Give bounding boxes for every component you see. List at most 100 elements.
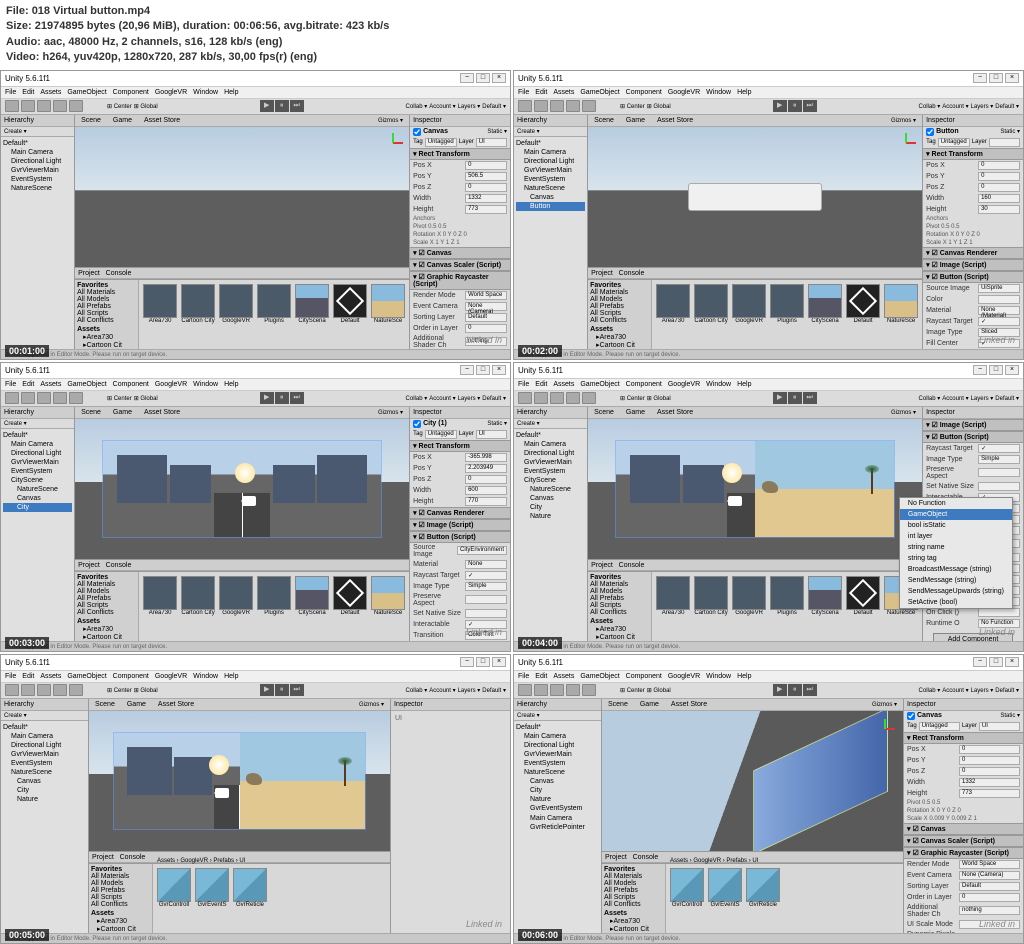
scale-tool[interactable] bbox=[566, 100, 580, 112]
tree-item[interactable]: EventSystem bbox=[516, 759, 599, 768]
favorite-item[interactable]: All Models bbox=[91, 880, 150, 887]
favorite-item[interactable]: All Materials bbox=[77, 289, 136, 296]
game-tab[interactable]: Game bbox=[634, 701, 665, 708]
scene-view[interactable] bbox=[602, 711, 903, 851]
pause-button[interactable]: ⏸ bbox=[788, 100, 802, 112]
favorite-item[interactable]: All Scripts bbox=[91, 894, 150, 901]
dropdown-item[interactable]: GameObject bbox=[900, 509, 1012, 520]
hand-tool[interactable] bbox=[5, 684, 19, 696]
asset-thumb[interactable]: Cartoon City bbox=[694, 576, 728, 620]
menu-item[interactable]: Help bbox=[224, 673, 238, 680]
menu-item[interactable]: Component bbox=[113, 89, 149, 96]
dropdown-item[interactable]: int layer bbox=[900, 531, 1012, 542]
menu-item[interactable]: Window bbox=[193, 89, 218, 96]
rect-tool[interactable] bbox=[582, 684, 596, 696]
menu-item[interactable]: Window bbox=[706, 89, 731, 96]
menu-item[interactable]: GoogleVR bbox=[155, 673, 187, 680]
favorite-item[interactable]: All Scripts bbox=[590, 602, 649, 609]
favorite-item[interactable]: All Materials bbox=[604, 873, 663, 880]
menu-item[interactable]: Assets bbox=[553, 381, 574, 388]
asset-thumb[interactable]: GoogleVR bbox=[732, 284, 766, 328]
game-tab[interactable]: Game bbox=[107, 117, 138, 124]
tree-item[interactable]: NatureScene bbox=[3, 485, 72, 494]
tree-item[interactable]: Canvas bbox=[3, 777, 86, 786]
dropdown-item[interactable]: SendMessage (string) bbox=[900, 575, 1012, 586]
asset-thumb[interactable]: Plugins bbox=[257, 284, 291, 328]
favorite-item[interactable]: All Prefabs bbox=[91, 887, 150, 894]
rect-tool[interactable] bbox=[69, 100, 83, 112]
asset-thumb[interactable]: NatureSce bbox=[884, 284, 918, 328]
favorite-item[interactable]: All Models bbox=[77, 296, 136, 303]
menu-item[interactable]: File bbox=[518, 89, 529, 96]
menu-item[interactable]: Help bbox=[737, 89, 751, 96]
menu-item[interactable]: Assets bbox=[40, 381, 61, 388]
favorite-item[interactable]: All Materials bbox=[77, 581, 136, 588]
minimize-button[interactable]: − bbox=[460, 365, 474, 375]
tree-item[interactable]: Default* bbox=[516, 139, 585, 148]
rotate-tool[interactable] bbox=[550, 100, 564, 112]
asset-folder[interactable]: ▸Cartoon Cit bbox=[590, 633, 649, 641]
tree-item[interactable]: CityScene bbox=[516, 476, 585, 485]
menu-item[interactable]: GameObject bbox=[580, 89, 619, 96]
scene-view[interactable] bbox=[588, 127, 922, 267]
tree-item[interactable]: NatureScene bbox=[516, 768, 599, 777]
tree-item[interactable]: Nature bbox=[516, 512, 585, 521]
play-button[interactable]: ▶ bbox=[773, 392, 787, 404]
maximize-button[interactable]: □ bbox=[989, 73, 1003, 83]
menu-item[interactable]: Window bbox=[193, 381, 218, 388]
tree-item[interactable]: Default* bbox=[3, 723, 86, 732]
menu-item[interactable]: GoogleVR bbox=[668, 89, 700, 96]
tree-item[interactable]: EventSystem bbox=[516, 175, 585, 184]
tree-item[interactable]: GvrViewerMain bbox=[516, 166, 585, 175]
hierarchy-tab[interactable]: Hierarchy bbox=[514, 115, 587, 127]
asset-thumb[interactable]: Area730 bbox=[143, 284, 177, 328]
menu-item[interactable]: GoogleVR bbox=[155, 381, 187, 388]
menu-item[interactable]: File bbox=[5, 381, 16, 388]
tree-item[interactable]: Nature bbox=[516, 795, 599, 804]
assets-grid[interactable]: Area730Cartoon CityGoogleVRPluginsCitySc… bbox=[139, 572, 409, 641]
tree-item[interactable]: EventSystem bbox=[3, 467, 72, 476]
tree-item[interactable]: GvrViewerMain bbox=[3, 458, 72, 467]
close-button[interactable]: × bbox=[1005, 365, 1019, 375]
tree-item[interactable]: EventSystem bbox=[3, 759, 86, 768]
maximize-button[interactable]: □ bbox=[476, 365, 490, 375]
tree-item[interactable]: GvrEventSystem bbox=[516, 804, 599, 813]
tree-item[interactable]: Canvas bbox=[516, 777, 599, 786]
hand-tool[interactable] bbox=[518, 392, 532, 404]
play-button[interactable]: ▶ bbox=[260, 100, 274, 112]
asset-store-tab[interactable]: Asset Store bbox=[138, 117, 186, 124]
scene-tab[interactable]: Scene bbox=[602, 701, 634, 708]
menu-item[interactable]: Assets bbox=[553, 673, 574, 680]
dropdown-item[interactable]: SetActive (bool) bbox=[900, 597, 1012, 608]
tree-item[interactable]: Main Camera bbox=[516, 148, 585, 157]
asset-folder[interactable]: ▸Cartoon Cit bbox=[590, 341, 649, 349]
close-button[interactable]: × bbox=[492, 73, 506, 83]
tree-item[interactable]: Main Camera bbox=[516, 732, 599, 741]
scene-view[interactable] bbox=[75, 419, 409, 559]
move-tool[interactable] bbox=[21, 684, 35, 696]
tree-item[interactable]: Default* bbox=[516, 431, 585, 440]
menu-item[interactable]: Component bbox=[626, 673, 662, 680]
pause-button[interactable]: ⏸ bbox=[275, 392, 289, 404]
hand-tool[interactable] bbox=[518, 684, 532, 696]
rotate-tool[interactable] bbox=[550, 392, 564, 404]
rect-tool[interactable] bbox=[69, 684, 83, 696]
scale-tool[interactable] bbox=[566, 392, 580, 404]
asset-thumb[interactable]: GvrEventS bbox=[195, 868, 229, 912]
close-button[interactable]: × bbox=[492, 657, 506, 667]
menu-item[interactable]: Window bbox=[706, 673, 731, 680]
menu-item[interactable]: Edit bbox=[535, 89, 547, 96]
maximize-button[interactable]: □ bbox=[476, 657, 490, 667]
asset-thumb[interactable]: CityScena bbox=[295, 284, 329, 328]
rect-tool[interactable] bbox=[582, 100, 596, 112]
minimize-button[interactable]: − bbox=[460, 657, 474, 667]
menu-item[interactable]: Component bbox=[626, 381, 662, 388]
maximize-button[interactable]: □ bbox=[989, 365, 1003, 375]
asset-folder[interactable]: ▸Cartoon Cit bbox=[91, 925, 150, 933]
menu-item[interactable]: File bbox=[518, 381, 529, 388]
tree-item[interactable]: NatureScene bbox=[516, 485, 585, 494]
tree-item[interactable]: NatureScene bbox=[516, 184, 585, 193]
tree-item[interactable]: Directional Light bbox=[516, 449, 585, 458]
favorite-item[interactable]: All Prefabs bbox=[77, 303, 136, 310]
favorite-item[interactable]: All Scripts bbox=[77, 602, 136, 609]
